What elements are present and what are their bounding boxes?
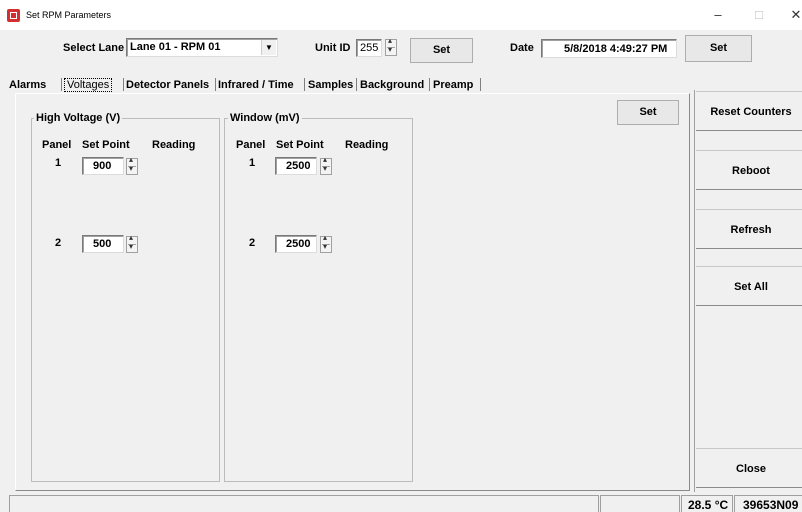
window-group bbox=[224, 118, 413, 482]
tab-divider bbox=[429, 78, 430, 91]
status-panel-temp: 28.5 °C bbox=[681, 495, 733, 512]
tab-voltages-label: Voltages bbox=[64, 78, 113, 92]
tab-detector-panels[interactable]: Detector Panels bbox=[126, 78, 209, 92]
tab-divider bbox=[304, 78, 305, 91]
tab-divider bbox=[480, 78, 481, 91]
unit-id-spinner[interactable] bbox=[385, 36, 397, 56]
minimize-button[interactable]: – bbox=[708, 6, 728, 24]
date-input[interactable]: 5/8/2018 4:49:27 PM bbox=[541, 39, 677, 58]
win-setpoint-2-spinner[interactable] bbox=[320, 233, 332, 253]
tab-samples[interactable]: Samples bbox=[308, 78, 353, 92]
refresh-button[interactable]: Refresh bbox=[696, 209, 802, 249]
status-panel-empty bbox=[600, 495, 680, 512]
win-setpoint-2-value: 2500 bbox=[286, 238, 311, 250]
hv-setpoint-2-spinner[interactable] bbox=[126, 233, 138, 253]
window-title-label: Window (mV) bbox=[228, 112, 302, 124]
win-setpoint-1-value: 2500 bbox=[286, 160, 311, 172]
tab-preamp[interactable]: Preamp bbox=[433, 78, 473, 92]
win-setpoint-1-input[interactable]: 2500 bbox=[275, 157, 317, 175]
tab-voltages[interactable]: Voltages bbox=[64, 78, 113, 92]
win-panel-2: 2 bbox=[249, 237, 256, 249]
sidebar-divider bbox=[694, 90, 695, 492]
hv-col-reading: Reading bbox=[152, 139, 196, 151]
title-bar: Set RPM Parameters – □ ✕ bbox=[0, 0, 802, 30]
hv-panel-1: 1 bbox=[55, 157, 62, 169]
tab-divider bbox=[123, 78, 124, 91]
lane-select-value: Lane 01 - RPM 01 bbox=[130, 41, 221, 53]
hv-setpoint-2-value: 500 bbox=[93, 238, 112, 250]
close-button[interactable]: Close bbox=[696, 448, 802, 488]
serial-number: 39653N09 bbox=[743, 498, 799, 512]
select-lane-label: Select Lane bbox=[63, 42, 125, 54]
hv-setpoint-1-value: 900 bbox=[93, 160, 112, 172]
maximize-button[interactable]: □ bbox=[749, 6, 769, 24]
window-title: Set RPM Parameters bbox=[26, 10, 112, 20]
high-voltage-title: High Voltage (V) bbox=[34, 112, 123, 124]
app-icon bbox=[7, 9, 20, 22]
hv-setpoint-2-input[interactable]: 500 bbox=[82, 235, 124, 253]
tab-divider bbox=[356, 78, 357, 91]
win-panel-1: 1 bbox=[249, 157, 256, 169]
temperature-readout: 28.5 °C bbox=[688, 498, 729, 512]
win-setpoint-2-input[interactable]: 2500 bbox=[275, 235, 317, 253]
tab-divider bbox=[61, 78, 62, 91]
tab-background[interactable]: Background bbox=[360, 78, 424, 92]
status-panel-serial: 39653N09 bbox=[734, 495, 802, 512]
tab-divider bbox=[215, 78, 216, 91]
tab-alarms[interactable]: Alarms bbox=[9, 78, 46, 92]
win-setpoint-1-spinner[interactable] bbox=[320, 155, 332, 175]
status-panel-main bbox=[9, 495, 599, 512]
voltages-set-button[interactable]: Set bbox=[617, 100, 679, 125]
reset-counters-button[interactable]: Reset Counters bbox=[696, 91, 802, 131]
win-col-panel: Panel bbox=[236, 139, 266, 151]
unit-id-value: 255 bbox=[360, 42, 379, 54]
hv-col-setpoint: Set Point bbox=[82, 139, 130, 151]
win-col-setpoint: Set Point bbox=[276, 139, 324, 151]
win-col-reading: Reading bbox=[345, 139, 389, 151]
lane-select[interactable]: Lane 01 - RPM 01 ▼ bbox=[126, 38, 278, 57]
date-label: Date bbox=[510, 42, 534, 54]
hv-col-panel: Panel bbox=[42, 139, 72, 151]
hv-panel-2: 2 bbox=[55, 237, 62, 249]
unit-id-label: Unit ID bbox=[315, 42, 351, 54]
unit-id-set-button[interactable]: Set bbox=[410, 38, 473, 63]
close-window-button[interactable]: ✕ bbox=[786, 6, 802, 24]
chevron-down-icon[interactable]: ▼ bbox=[261, 40, 276, 55]
date-set-button[interactable]: Set bbox=[685, 35, 752, 62]
reboot-button[interactable]: Reboot bbox=[696, 150, 802, 190]
date-value: 5/8/2018 4:49:27 PM bbox=[564, 43, 668, 55]
hv-setpoint-1-spinner[interactable] bbox=[126, 155, 138, 175]
tab-infrared-time[interactable]: Infrared / Time bbox=[218, 78, 294, 92]
set-all-button[interactable]: Set All bbox=[696, 266, 802, 306]
unit-id-input[interactable]: 255 bbox=[356, 39, 382, 57]
hv-setpoint-1-input[interactable]: 900 bbox=[82, 157, 124, 175]
